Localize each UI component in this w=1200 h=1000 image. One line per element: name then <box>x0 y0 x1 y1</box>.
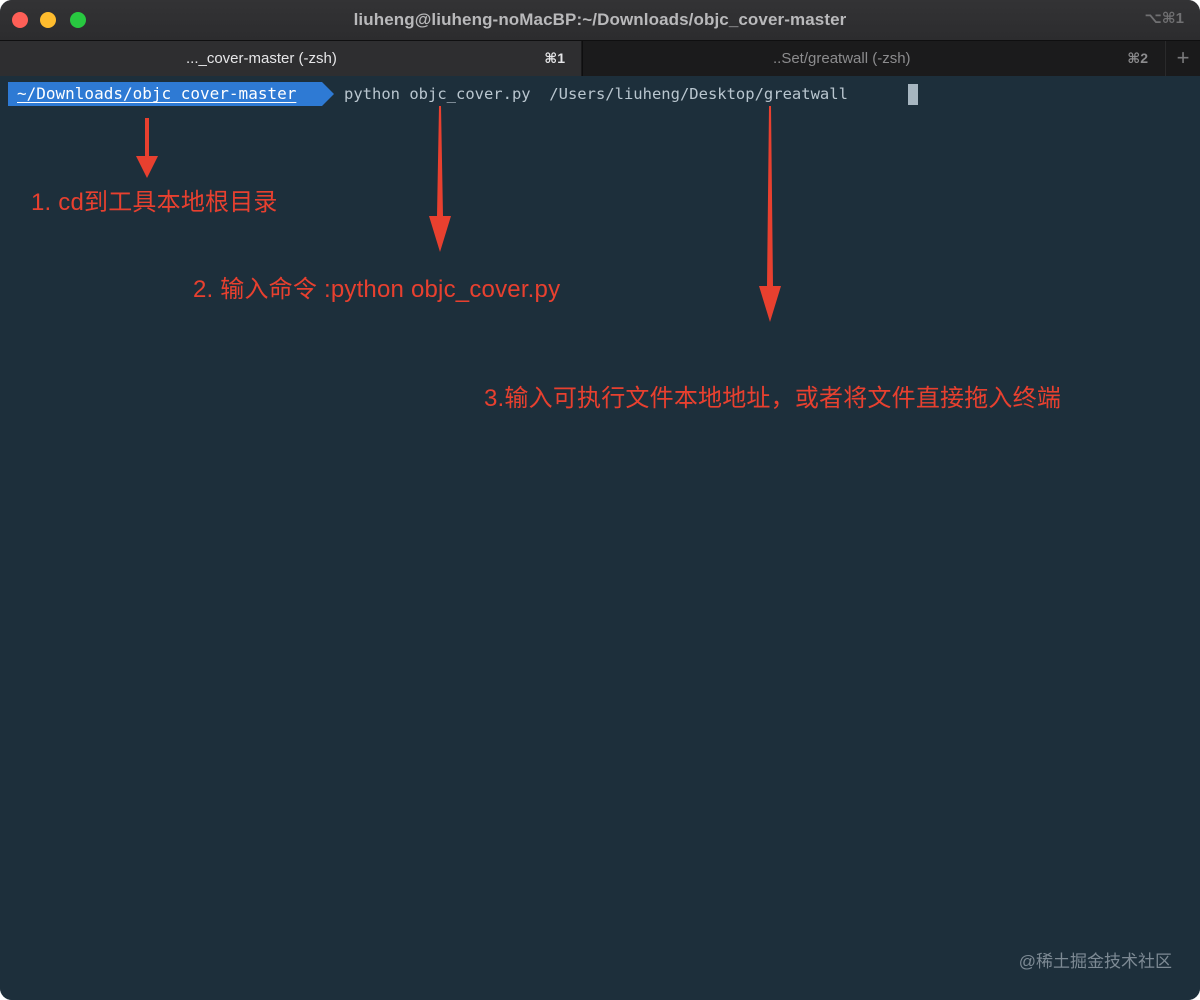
watermark: @稀土掘金技术社区 <box>1018 952 1172 971</box>
command-input[interactable]: python objc_cover.py /Users/liuheng/Desk… <box>344 82 857 106</box>
tab-cover-master[interactable]: ..._cover-master (-zsh) ⌘1 <box>0 41 581 76</box>
arrow-down-icon <box>759 106 781 322</box>
window-shortcut-label: ⌥⌘1 <box>1144 10 1184 27</box>
minimize-window-button[interactable] <box>40 12 56 28</box>
tab-label: ..._cover-master (-zsh) <box>186 50 337 67</box>
terminal-window: liuheng@liuheng-noMacBP:~/Downloads/objc… <box>0 0 1200 1000</box>
arrow-down-icon <box>136 118 158 178</box>
tab-greatwall[interactable]: ..Set/greatwall (-zsh) ⌘2 <box>582 41 1164 76</box>
tab-shortcut: ⌘2 <box>1127 50 1148 66</box>
tab-label: ..Set/greatwall (-zsh) <box>773 50 911 67</box>
window-title: liuheng@liuheng-noMacBP:~/Downloads/objc… <box>353 10 847 29</box>
tab-shortcut: ⌘1 <box>544 50 565 66</box>
arrow-down-icon <box>429 106 451 252</box>
text-cursor <box>908 84 918 105</box>
annotation-step-2: 2. 输入命令 :python objc_cover.py <box>193 276 561 303</box>
title-bar[interactable]: liuheng@liuheng-noMacBP:~/Downloads/objc… <box>0 0 1200 40</box>
new-tab-button[interactable]: + <box>1165 41 1200 76</box>
prompt-arrow-icon <box>322 82 334 106</box>
tab-bar: ..._cover-master (-zsh) ⌘1 ..Set/greatwa… <box>0 40 1200 76</box>
annotation-step-1: 1. cd到工具本地根目录 <box>31 189 278 216</box>
prompt-path: ~/Downloads/objc_cover-master <box>8 82 322 106</box>
zoom-window-button[interactable] <box>70 12 86 28</box>
terminal-body[interactable]: ~/Downloads/objc_cover-master python obj… <box>0 76 1200 1000</box>
close-window-button[interactable] <box>12 12 28 28</box>
annotation-step-3: 3.输入可执行文件本地地址，或者将文件直接拖入终端 <box>484 385 1062 412</box>
